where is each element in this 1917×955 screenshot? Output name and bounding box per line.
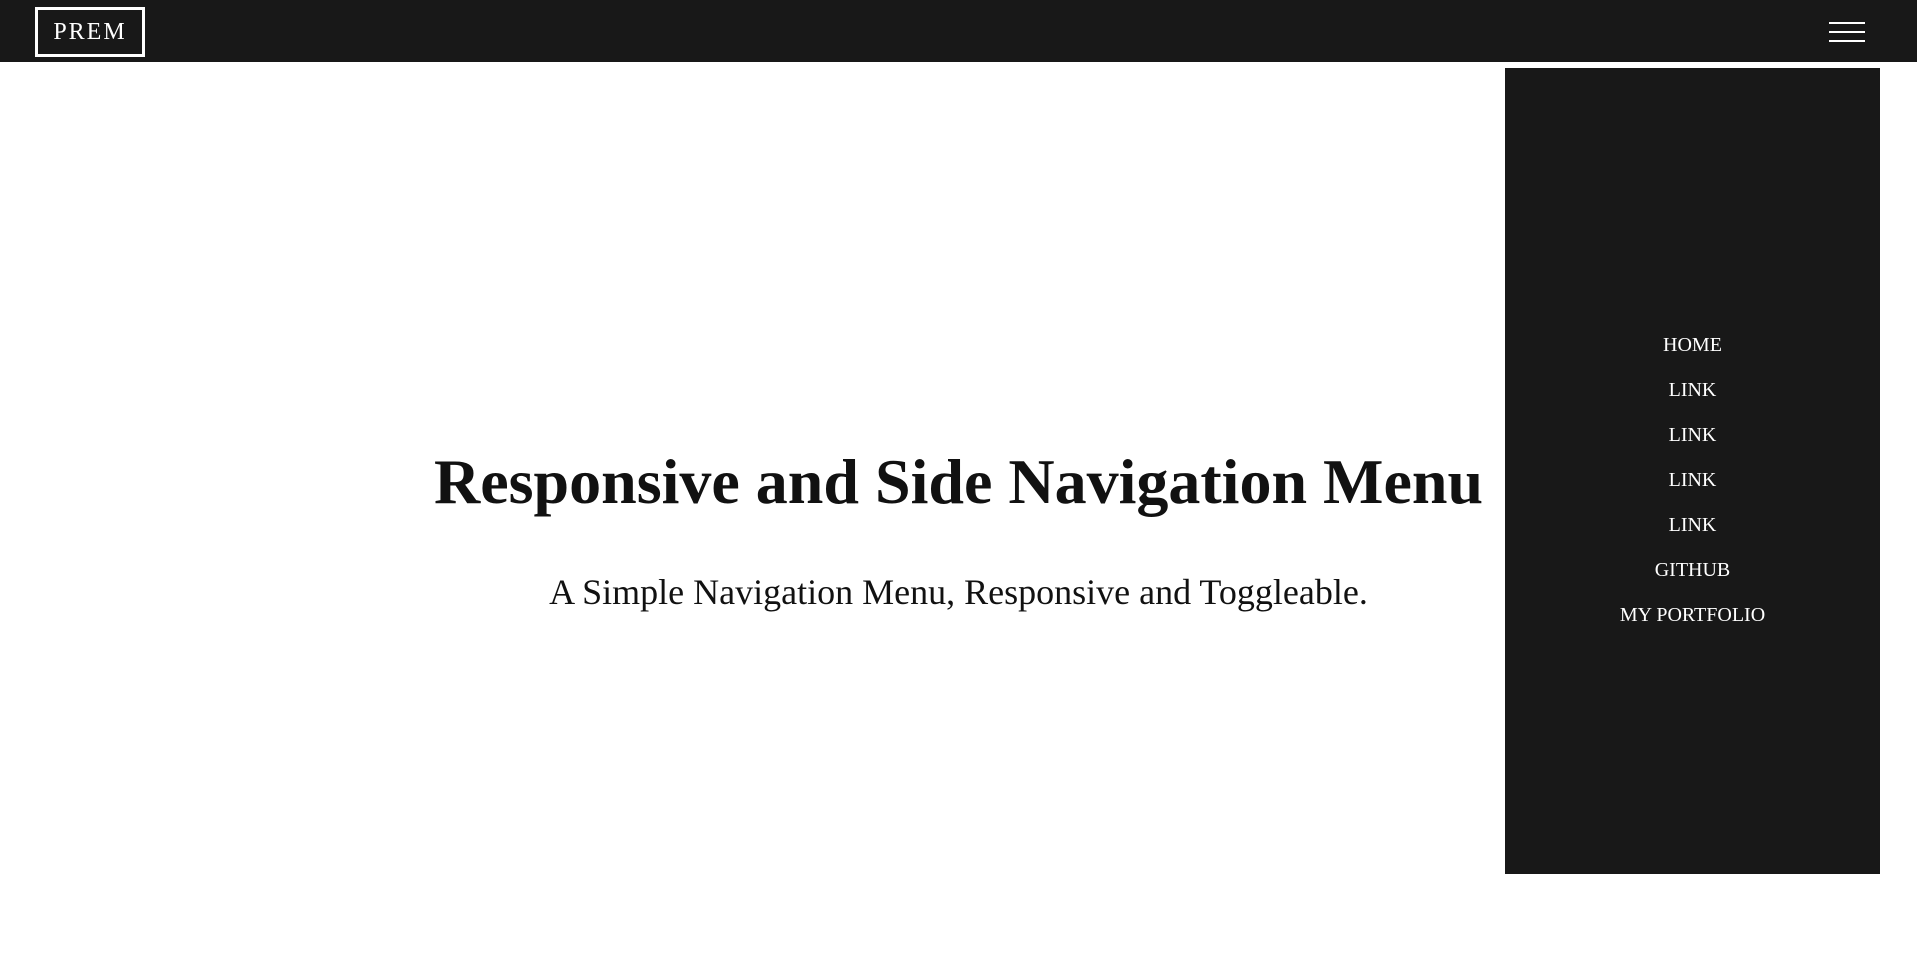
side-nav-item-home: HOME	[1505, 323, 1880, 368]
nav-link-1[interactable]: LINK	[1669, 379, 1717, 401]
nav-link-home[interactable]: HOME	[1663, 334, 1722, 356]
side-nav-item-link: LINK	[1505, 458, 1880, 503]
nav-link-portfolio[interactable]: MY PORTFOLIO	[1620, 604, 1765, 626]
nav-link-github[interactable]: GITHUB	[1655, 559, 1731, 581]
side-nav-item-portfolio: MY PORTFOLIO	[1505, 593, 1880, 638]
side-nav-item-github: GITHUB	[1505, 548, 1880, 593]
nav-link-4[interactable]: LINK	[1669, 514, 1717, 536]
menu-icon-bar	[1829, 22, 1865, 24]
side-nav-item-link: LINK	[1505, 413, 1880, 458]
side-nav-item-link: LINK	[1505, 503, 1880, 548]
side-nav-list: HOME LINK LINK LINK LINK GITHUB MY PORTF…	[1505, 323, 1880, 638]
menu-icon-bar	[1829, 40, 1865, 42]
top-navbar: PREM	[0, 0, 1917, 62]
menu-icon-bar	[1829, 31, 1865, 33]
nav-link-3[interactable]: LINK	[1669, 469, 1717, 491]
side-nav-item-link: LINK	[1505, 368, 1880, 413]
nav-link-2[interactable]: LINK	[1669, 424, 1717, 446]
site-logo[interactable]: PREM	[35, 7, 145, 57]
side-navigation-panel: HOME LINK LINK LINK LINK GITHUB MY PORTF…	[1505, 68, 1880, 874]
hamburger-menu-icon[interactable]	[1827, 20, 1867, 44]
